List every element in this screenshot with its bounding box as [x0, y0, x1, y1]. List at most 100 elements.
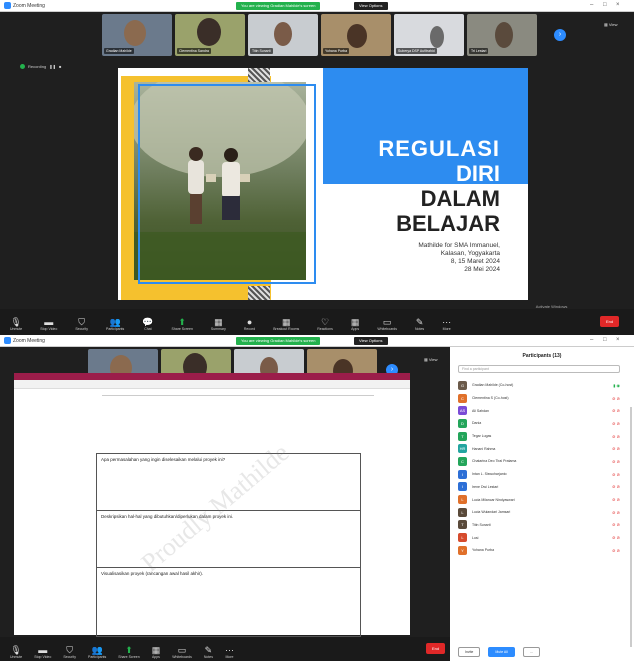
more-icon: ⋯: [442, 317, 452, 327]
maximize-icon[interactable]: □: [603, 337, 607, 343]
zoom-window-top: Zoom Meeting You are viewing Gradian Mah…: [0, 0, 634, 333]
record-button[interactable]: ● Record: [244, 317, 255, 331]
view-button[interactable]: ▦ View: [604, 22, 618, 27]
notes-icon: ✎: [204, 645, 213, 655]
window-title: Zoom Meeting: [13, 337, 45, 344]
participant-search-input[interactable]: Find a participant: [458, 365, 620, 373]
avatar: C: [458, 456, 467, 466]
stop-icon[interactable]: ■: [59, 64, 61, 69]
participant-row[interactable]: L Lusi ⊘ ⊘: [458, 531, 624, 544]
notes-button[interactable]: ✎ Notes: [415, 317, 424, 331]
slide-pattern: [248, 286, 270, 300]
participants-button[interactable]: 👥 Participants: [88, 645, 106, 659]
apps-button[interactable]: ▦ Apps: [152, 645, 161, 659]
mic-muted-icon: ⊘ ⊘: [612, 446, 620, 452]
participants-button[interactable]: 👥 Participants: [106, 317, 124, 331]
video-icon: ▬: [38, 645, 48, 655]
participant-row[interactable]: I Irene Dwi Lestari ⊘ ⊘: [458, 481, 624, 494]
slide-date: 8, 15 Maret 2024: [450, 258, 500, 265]
panel-title: Participants (13): [522, 353, 562, 359]
avatar: L: [458, 533, 467, 543]
minimize-icon[interactable]: –: [590, 2, 593, 8]
stop-video-button[interactable]: ▬ Stop Video: [34, 645, 51, 659]
more-options-button[interactable]: ...: [522, 647, 540, 657]
avatar: I: [458, 469, 467, 479]
pause-icon[interactable]: ❚❚: [49, 64, 56, 69]
participant-thumbnails: Gradian Mahilde Clementina Sandra Titin …: [102, 14, 537, 56]
participant-row[interactable]: T Tegar Lugas ⊘ ⊘: [458, 430, 624, 443]
close-icon[interactable]: ×: [616, 337, 620, 343]
panel-scrollbar[interactable]: [630, 407, 632, 647]
participant-row[interactable]: AS Ali Sahdan ⊘ ⊘: [458, 404, 624, 417]
close-icon[interactable]: ×: [616, 2, 620, 8]
chat-icon: 💬: [142, 317, 154, 327]
participant-tile[interactable]: Tri Lestari: [467, 14, 537, 56]
participant-tile[interactable]: Titin Sunarti: [248, 14, 318, 56]
avatar: C: [458, 393, 467, 403]
avatar: L: [458, 507, 467, 517]
participant-tile[interactable]: Suberya DSP Aufitrahid: [394, 14, 464, 56]
security-button[interactable]: ⛉ Security: [63, 645, 76, 659]
mic-muted-icon: ⊘ ⊘: [612, 509, 620, 515]
reactions-button[interactable]: ♡ Reactions: [317, 317, 333, 331]
participant-row[interactable]: I Intan L. Siswoharjanto ⊘ ⊘: [458, 468, 624, 481]
participant-row[interactable]: L Lucia Milancar Nindyaswari ⊘ ⊘: [458, 493, 624, 506]
maximize-icon[interactable]: □: [603, 2, 607, 8]
unmute-button[interactable]: 🎙 Unmute: [10, 645, 22, 659]
summary-button[interactable]: ▦ Summary: [211, 317, 226, 331]
chat-button[interactable]: 💬 Chat: [142, 317, 153, 331]
participant-tile[interactable]: Clementina Sandra: [175, 14, 245, 56]
mic-muted-icon: ⊘ ⊘: [612, 433, 620, 439]
stop-video-button[interactable]: ▬ Stop Video: [40, 317, 57, 331]
avatar: D: [458, 418, 467, 428]
avatar: T: [458, 520, 467, 530]
participant-name: Lucia Wulandari Jamsari: [472, 510, 511, 515]
question-box[interactable]: Deskripsikan hal-hal yang dibutuhkan/dip…: [96, 510, 361, 567]
summary-icon: ▦: [214, 317, 223, 327]
more-button[interactable]: ⋯ More: [225, 645, 234, 659]
meeting-toolbar: 🎙 Unmute ▬ Stop Video ⛉ Security 👥 Participa…: [0, 309, 634, 333]
invite-button[interactable]: Invite: [458, 647, 481, 657]
end-button[interactable]: End: [426, 643, 446, 654]
question-box[interactable]: Visualisasikan proyek (rancangan awal ha…: [96, 567, 361, 637]
shared-document: Apa permasalahan yang ingin diselesaikan…: [14, 373, 410, 637]
participant-row[interactable]: L Lucia Wulandari Jamsari ⊘ ⊘: [458, 506, 624, 519]
notes-button[interactable]: ✎ Notes: [204, 645, 213, 659]
breakout-rooms-button[interactable]: ▦ Breakout Rooms: [273, 317, 299, 331]
participant-name: Hanani Rahma: [472, 446, 496, 451]
slide-subtitle: Kalasan, Yogyakarta: [440, 250, 500, 257]
participant-row[interactable]: HR Hanani Rahma ⊘ ⊘: [458, 442, 624, 455]
share-screen-button[interactable]: ⬆ Share Screen: [118, 645, 139, 659]
slide-title-line2: DIRI: [456, 161, 500, 186]
participant-name: Gradian Mahilde: [104, 48, 134, 54]
view-button[interactable]: ▦ View: [424, 357, 438, 362]
share-screen-icon: ⬆: [178, 317, 186, 327]
notes-icon: ✎: [415, 317, 424, 327]
participant-row[interactable]: C Chatarina Deo Tirai Pratama ⊘ ⊘: [458, 455, 624, 468]
slide-date: 28 Mei 2024: [464, 266, 500, 273]
more-button[interactable]: ⋯ More: [442, 317, 451, 331]
participant-row[interactable]: T Titin Sunarti ⊘ ⊘: [458, 519, 624, 532]
unmute-button[interactable]: 🎙 Unmute: [10, 317, 22, 331]
mic-muted-icon: ⊘ ⊘: [612, 395, 620, 401]
participants-icon: 👥: [91, 645, 103, 655]
participant-tile[interactable]: Yohana Purba: [321, 14, 391, 56]
apps-button[interactable]: ▦ Apps: [351, 317, 360, 331]
view-options-button[interactable]: View Options: [354, 2, 388, 10]
participant-tile[interactable]: Gradian Mahilde: [102, 14, 172, 56]
next-page-icon[interactable]: ›: [552, 27, 568, 43]
whiteboards-button[interactable]: ▭ Whiteboards: [377, 317, 397, 331]
share-screen-button[interactable]: ⬆ Share Screen: [172, 317, 193, 331]
participant-row[interactable]: Y Yohana Purba ⊘ ⊘: [458, 544, 624, 557]
participant-row[interactable]: G Gradian Mahilde (Co-host) ▮ ◉: [458, 379, 624, 392]
security-button[interactable]: ⛉ Security: [75, 317, 88, 331]
participant-row[interactable]: D Dania ⊘ ⊘: [458, 417, 624, 430]
minimize-icon[interactable]: –: [590, 337, 593, 343]
view-options-button[interactable]: View Options: [354, 337, 388, 345]
end-button[interactable]: End: [600, 316, 620, 327]
whiteboards-button[interactable]: ▭ Whiteboards: [172, 645, 192, 659]
slide-title-line1: REGULASI: [378, 136, 500, 161]
mute-all-button[interactable]: Mute All: [488, 647, 515, 657]
avatar: I: [458, 482, 467, 492]
participant-row[interactable]: C Clementina S (Co-host) ⊘ ⊘: [458, 392, 624, 405]
